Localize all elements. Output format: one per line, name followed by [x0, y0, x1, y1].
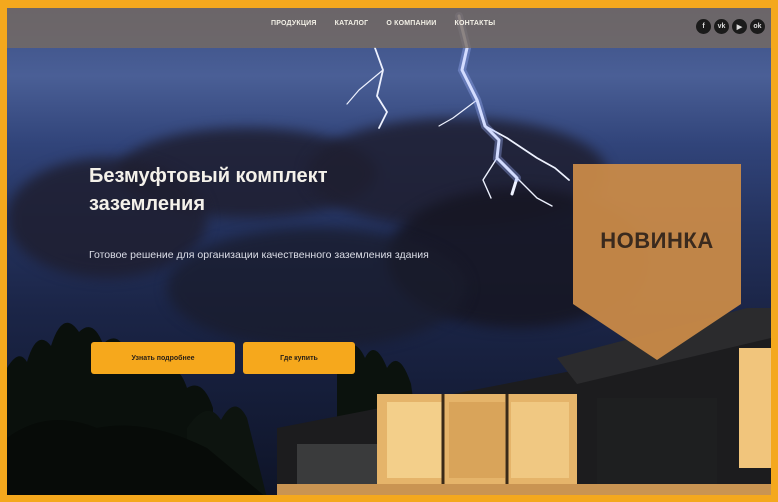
- page-frame: ПРОДУКЦИЯ КАТАЛОГ О КОМПАНИИ КОНТАКТЫ f …: [0, 0, 778, 502]
- main-nav: ПРОДУКЦИЯ КАТАЛОГ О КОМПАНИИ КОНТАКТЫ: [271, 20, 495, 27]
- where-to-buy-button[interactable]: Где купить: [243, 342, 355, 374]
- facebook-icon[interactable]: f: [696, 19, 711, 34]
- badge-shape: [573, 164, 741, 360]
- badge-label: НОВИНКА: [600, 228, 714, 253]
- nav-item-catalog[interactable]: КАТАЛОГ: [335, 20, 369, 27]
- social-links: f vk ▶ ok: [696, 19, 765, 34]
- header-bar: ПРОДУКЦИЯ КАТАЛОГ О КОМПАНИИ КОНТАКТЫ f …: [7, 8, 771, 48]
- new-badge: НОВИНКА: [573, 164, 741, 365]
- nav-item-about[interactable]: О КОМПАНИИ: [386, 20, 436, 27]
- ok-icon[interactable]: ok: [750, 19, 765, 34]
- nav-item-contacts[interactable]: КОНТАКТЫ: [454, 20, 495, 27]
- hero-title: Безмуфтовый комплект заземления: [89, 165, 328, 215]
- hero-section: ПРОДУКЦИЯ КАТАЛОГ О КОМПАНИИ КОНТАКТЫ f …: [7, 8, 771, 495]
- nav-item-products[interactable]: ПРОДУКЦИЯ: [271, 20, 317, 27]
- youtube-icon[interactable]: ▶: [732, 19, 747, 34]
- learn-more-button[interactable]: Узнать подробнее: [91, 342, 235, 374]
- hero-subtitle: Готовое решение для организации качестве…: [89, 249, 429, 261]
- vk-icon[interactable]: vk: [714, 19, 729, 34]
